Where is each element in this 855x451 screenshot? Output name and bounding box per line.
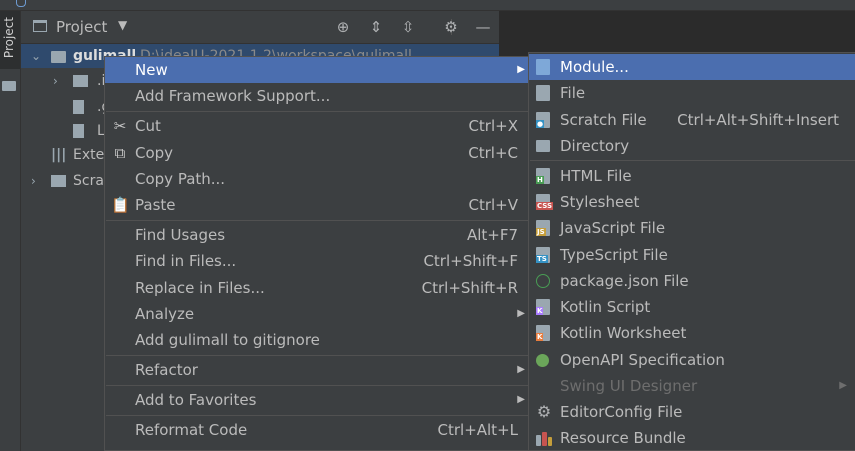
collapse-all-icon[interactable]: ⇳ — [399, 18, 417, 36]
gear-icon[interactable]: ⚙ — [442, 18, 460, 36]
submenu-item-file[interactable]: File — [529, 80, 855, 106]
javascript-file-icon: JS — [535, 219, 553, 237]
left-tool-strip: Project — [0, 11, 21, 451]
menu-item-add-to-gitignore[interactable]: Add gulimall to gitignore — [105, 327, 528, 353]
menu-separator — [530, 160, 855, 161]
folder-icon[interactable] — [2, 81, 16, 91]
submenu-item-scratch-file[interactable]: ● Scratch File Ctrl+Alt+Shift+Insert — [529, 107, 855, 133]
new-submenu: Module... File ● Scratch File Ctrl+Alt+S… — [528, 52, 855, 451]
menu-item-refactor[interactable]: Refactor ▶ — [105, 357, 528, 383]
typescript-file-icon: TS — [535, 246, 553, 264]
module-folder-icon — [51, 51, 66, 63]
submenu-item-html-file[interactable]: H HTML File — [529, 163, 855, 189]
gear-icon: ⚙ — [536, 402, 552, 421]
openapi-icon — [535, 351, 553, 369]
submenu-item-kotlin-script[interactable]: K Kotlin Script — [529, 294, 855, 320]
submenu-item-directory[interactable]: Directory — [529, 133, 855, 159]
kotlin-worksheet-icon: K — [535, 324, 553, 342]
menu-separator — [106, 220, 529, 221]
menu-item-new[interactable]: New ▶ — [105, 57, 528, 83]
project-tool-tab[interactable]: Project — [0, 11, 20, 69]
locate-target-icon[interactable]: ⊕ — [334, 18, 352, 36]
menu-item-find-usages[interactable]: Find Usages Alt+F7 — [105, 222, 528, 248]
chevron-right-icon[interactable]: › — [53, 68, 58, 94]
css-file-icon: CSS — [535, 193, 554, 211]
menu-separator — [106, 111, 529, 112]
menu-item-replace-in-files[interactable]: Replace in Files... Ctrl+Shift+R — [105, 275, 528, 301]
menu-item-add-to-favorites[interactable]: Add to Favorites ▶ — [105, 387, 528, 413]
expand-all-icon[interactable]: ⇕ — [367, 18, 385, 36]
resource-bundle-icon — [535, 429, 553, 447]
menu-item-paste[interactable]: 📋 Paste Ctrl+V — [105, 192, 528, 218]
submenu-arrow-icon: ▶ — [517, 394, 525, 405]
submenu-item-swing-ui-designer[interactable]: Swing UI Designer ▶ — [529, 373, 855, 399]
submenu-item-resource-bundle[interactable]: Resource Bundle — [529, 425, 855, 451]
panel-header: Project ▼ ⊕ ⇕ ⇳ ⚙ — — [21, 11, 499, 44]
submenu-item-package-json-file[interactable]: package.json File — [529, 268, 855, 294]
chevron-down-icon[interactable]: ⌄ — [31, 44, 41, 68]
menu-item-copy[interactable]: ⧉ Copy Ctrl+C — [105, 140, 528, 166]
html-file-icon: H — [535, 167, 553, 185]
menu-item-copy-path[interactable]: Copy Path... — [105, 166, 528, 192]
submenu-item-typescript-file[interactable]: TS TypeScript File — [529, 242, 855, 268]
copy-icon: ⧉ — [114, 144, 126, 162]
folder-icon — [73, 75, 88, 87]
menu-separator — [106, 355, 529, 356]
submenu-arrow-icon: ▶ — [517, 308, 525, 319]
menu-item-cut[interactable]: ✂ Cut Ctrl+X — [105, 113, 528, 139]
menu-item-reformat-code[interactable]: Reformat Code Ctrl+Alt+L — [105, 417, 528, 443]
project-window-icon — [33, 20, 47, 32]
scratches-icon — [51, 175, 66, 187]
app-icon — [16, 0, 26, 7]
menu-separator — [106, 415, 529, 416]
submenu-arrow-icon: ▶ — [517, 364, 525, 375]
kotlin-script-icon: K — [535, 298, 553, 316]
menu-separator — [106, 385, 529, 386]
nodejs-icon — [535, 272, 553, 290]
menu-item-find-in-files[interactable]: Find in Files... Ctrl+Shift+F — [105, 248, 528, 274]
menu-item-add-framework-support[interactable]: Add Framework Support... — [105, 83, 528, 109]
submenu-arrow-icon: ▶ — [839, 380, 847, 391]
clipboard-icon: 📋 — [111, 196, 130, 214]
submenu-item-javascript-file[interactable]: JS JavaScript File — [529, 215, 855, 241]
folder-icon — [535, 137, 553, 155]
chevron-right-icon[interactable]: › — [31, 168, 36, 194]
menu-item-analyze[interactable]: Analyze ▶ — [105, 301, 528, 327]
libraries-icon: ||| — [51, 147, 67, 163]
submenu-item-kotlin-worksheet[interactable]: K Kotlin Worksheet — [529, 320, 855, 346]
submenu-item-stylesheet[interactable]: CSS Stylesheet — [529, 189, 855, 215]
chevron-down-icon[interactable]: ▼ — [118, 18, 127, 32]
context-menu: New ▶ Add Framework Support... ✂ Cut Ctr… — [104, 56, 529, 451]
submenu-item-module[interactable]: Module... — [529, 54, 855, 80]
text-file-icon — [73, 124, 84, 138]
scratch-file-icon: ● — [535, 111, 553, 129]
submenu-item-editorconfig-file[interactable]: ⚙ EditorConfig File — [529, 399, 855, 425]
panel-title[interactable]: Project — [56, 18, 107, 36]
submenu-arrow-icon: ▶ — [517, 64, 525, 75]
submenu-item-openapi-specification[interactable]: OpenAPI Specification — [529, 347, 855, 373]
title-bar — [0, 0, 855, 11]
module-icon — [535, 58, 553, 76]
ignored-file-icon — [73, 100, 84, 114]
scissors-icon: ✂ — [113, 117, 127, 135]
file-icon — [535, 84, 553, 102]
minimize-icon[interactable]: — — [474, 18, 492, 36]
